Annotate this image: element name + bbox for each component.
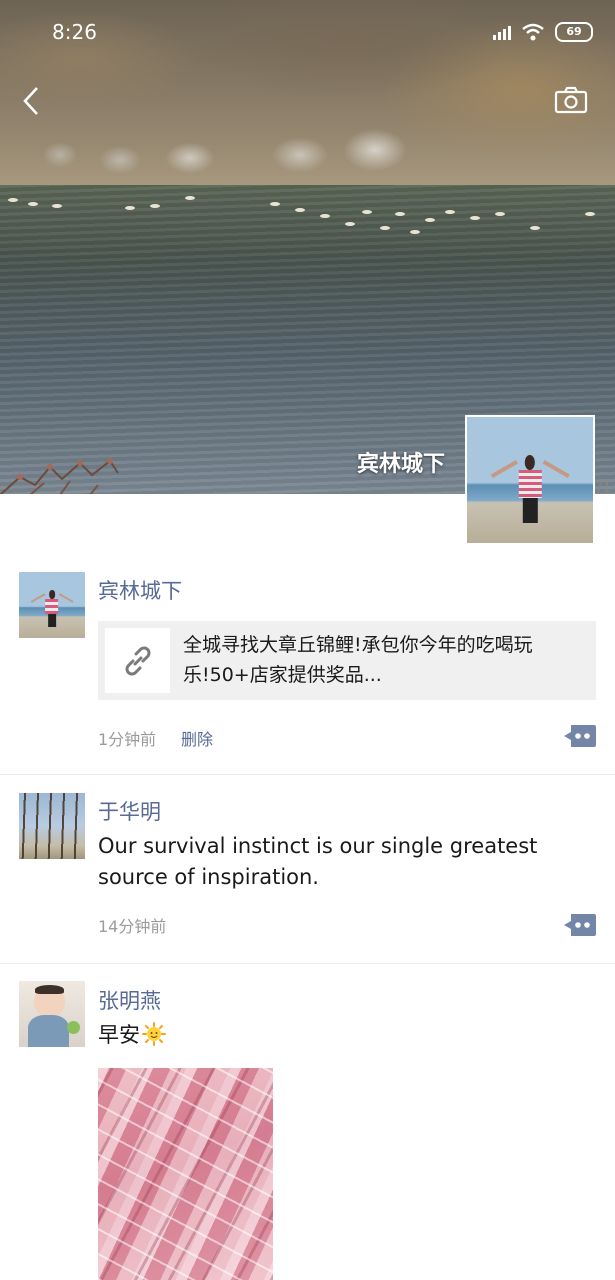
back-arrow-icon[interactable] [18,84,48,118]
link-icon-box [105,628,170,693]
status-icons: 69 [493,22,593,42]
post-author-name[interactable]: 张明燕 [98,985,161,1015]
post-text: Our survival instinct is our single grea… [98,834,538,889]
status-time: 8:26 [52,20,97,44]
post-author-name[interactable]: 宾林城下 [98,575,182,605]
avatar[interactable] [19,793,85,859]
comment-button[interactable] [563,725,596,747]
camera-icon[interactable] [554,86,588,114]
link-icon [125,646,150,675]
avatar[interactable] [19,572,85,638]
cover-avatar[interactable] [465,415,595,545]
battery-icon: 69 [555,22,593,42]
moment-post: 张明燕 早安 [0,964,615,1280]
avatar[interactable] [19,981,85,1047]
post-author-name[interactable]: 于华明 [98,796,161,826]
cover-rocks [0,110,615,190]
tree-branch [0,458,119,494]
delete-link[interactable]: 删除 [181,726,213,750]
post-time: 14分钟前 [98,917,167,936]
cover-edge-text: /1 [597,478,612,496]
moment-post: 宾林城下 全城寻找大章丘锦鲤!承包你今年的吃喝玩乐!50+店家提供奖品... 1… [0,548,615,775]
post-text-content: 早安 [98,1023,140,1047]
comment-button[interactable] [563,914,596,936]
status-bar: 8:26 69 [0,0,615,62]
link-card[interactable]: 全城寻找大章丘锦鲤!承包你今年的吃喝玩乐!50+店家提供奖品... [98,621,596,700]
post-text: 早安 [98,1020,598,1051]
signal-icon [493,24,511,40]
sun-emoji [142,1022,166,1046]
post-image[interactable] [98,1068,273,1280]
post-time: 1分钟前 [98,730,157,749]
cover-user-name: 宾林城下 [356,452,445,477]
link-title: 全城寻找大章丘锦鲤!承包你今年的吃喝玩乐!50+店家提供奖品... [183,634,533,686]
moment-post: 于华明 Our survival instinct is our single … [0,775,615,964]
cover-ducks [0,190,615,240]
wifi-icon [522,23,544,41]
